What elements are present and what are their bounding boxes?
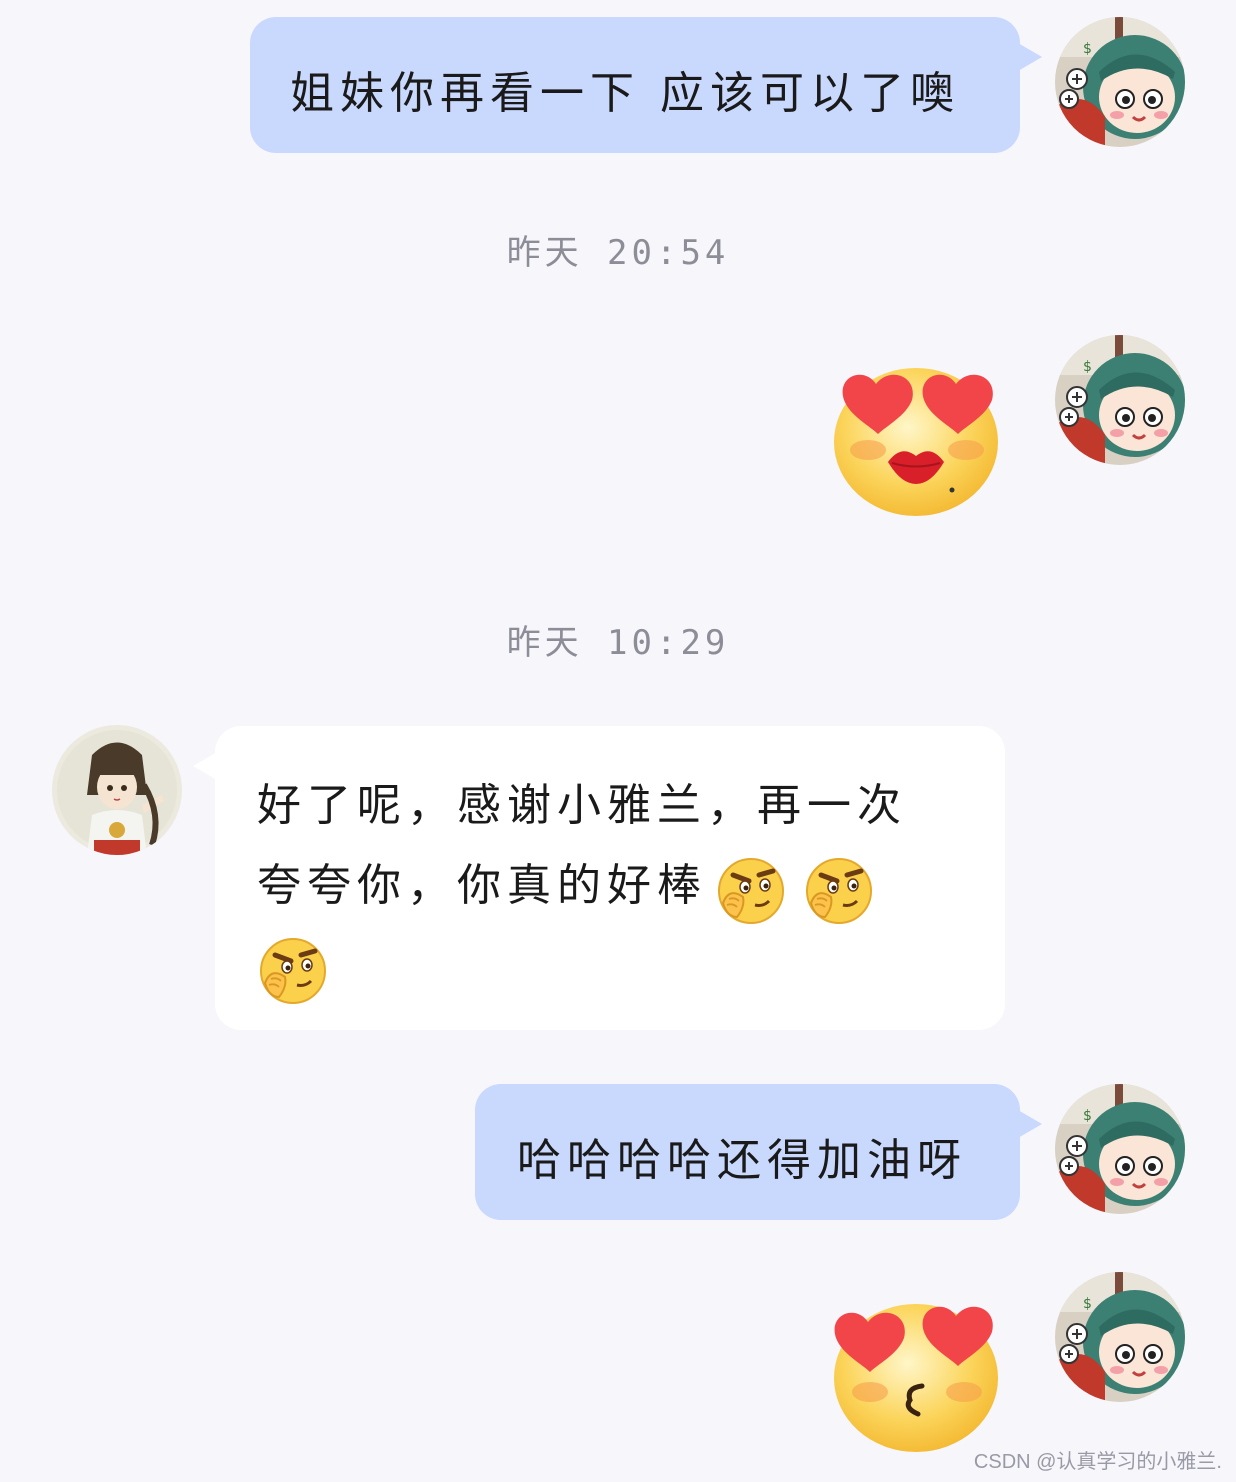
outgoing-message-bubble[interactable]: 哈哈哈哈还得加油呀 <box>475 1084 1042 1220</box>
cartoon-girl-avatar[interactable] <box>1055 1084 1185 1214</box>
bubble-tail <box>1018 43 1042 71</box>
heart-eyes-kissing-emoji-sticker[interactable] <box>826 1296 1006 1456</box>
csdn-watermark: CSDN @认真学习的小雅兰. <box>973 1451 1222 1473</box>
message-text: 哈哈哈哈还得加油呀 <box>517 1135 967 1186</box>
anime-girl-avatar[interactable] <box>52 725 182 855</box>
incoming-message-bubble[interactable]: 好了呢，感谢小雅兰，再一次 夸夸你，你真的好棒 <box>193 726 1005 1030</box>
message-text-line-with-emoji: 夸夸你，你真的好棒 <box>257 846 975 926</box>
message-emoji-line <box>257 926 975 1006</box>
cartoon-girl-avatar[interactable] <box>1055 1272 1185 1402</box>
cartoon-girl-avatar[interactable] <box>1055 17 1185 147</box>
timestamp: 昨天 20:54 <box>506 233 730 273</box>
cartoon-girl-avatar[interactable] <box>1055 335 1185 465</box>
smirk-thinking-emoji <box>257 933 329 1005</box>
timestamp: 昨天 10:29 <box>506 623 730 663</box>
bubble-tail <box>193 752 217 780</box>
heart-eyes-kiss-lips-emoji-sticker[interactable] <box>826 362 1006 522</box>
message-text-line: 好了呢，感谢小雅兰，再一次 <box>257 780 907 831</box>
message-text: 姐妹你再看一下 应该可以了噢 <box>290 68 960 119</box>
message-text: 夸夸你，你真的好棒 <box>257 860 707 911</box>
smirk-thinking-emoji <box>803 853 875 925</box>
bubble-tail <box>1018 1110 1042 1138</box>
smirk-thinking-emoji <box>715 853 787 925</box>
outgoing-message-bubble[interactable]: 姐妹你再看一下 应该可以了噢 <box>250 17 1042 153</box>
